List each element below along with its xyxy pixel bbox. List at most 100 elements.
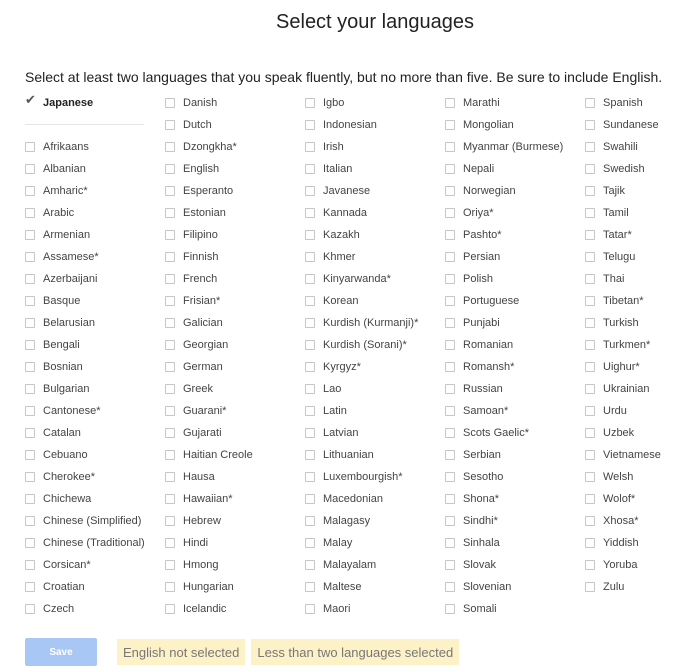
language-option-indonesian[interactable]: Indonesian bbox=[305, 114, 418, 136]
language-option-icelandic[interactable]: Icelandic bbox=[165, 598, 253, 620]
language-option-frisian[interactable]: Frisian* bbox=[165, 290, 253, 312]
language-option-azerbaijani[interactable]: Azerbaijani bbox=[25, 268, 145, 290]
checkbox[interactable] bbox=[25, 318, 35, 328]
checkbox[interactable] bbox=[445, 582, 455, 592]
checkbox[interactable] bbox=[305, 406, 315, 416]
checkbox[interactable] bbox=[165, 120, 175, 130]
checkbox[interactable] bbox=[445, 604, 455, 614]
language-option-marathi[interactable]: Marathi bbox=[445, 92, 563, 114]
language-option-hawaiian[interactable]: Hawaiian* bbox=[165, 488, 253, 510]
language-option-luxembourgish[interactable]: Luxembourgish* bbox=[305, 466, 418, 488]
checkbox[interactable] bbox=[165, 274, 175, 284]
checkbox[interactable] bbox=[305, 538, 315, 548]
checkbox[interactable] bbox=[25, 538, 35, 548]
language-option-kurdish-kurmanji[interactable]: Kurdish (Kurmanji)* bbox=[305, 312, 418, 334]
checkbox[interactable] bbox=[25, 186, 35, 196]
language-option-swahili[interactable]: Swahili bbox=[585, 136, 661, 158]
language-option-portuguese[interactable]: Portuguese bbox=[445, 290, 563, 312]
language-option-italian[interactable]: Italian bbox=[305, 158, 418, 180]
language-option-lithuanian[interactable]: Lithuanian bbox=[305, 444, 418, 466]
checkbox[interactable] bbox=[445, 98, 455, 108]
checkbox[interactable] bbox=[165, 318, 175, 328]
language-option-galician[interactable]: Galician bbox=[165, 312, 253, 334]
checkbox[interactable] bbox=[165, 208, 175, 218]
checkbox[interactable] bbox=[305, 318, 315, 328]
checkbox[interactable] bbox=[445, 186, 455, 196]
checkbox[interactable] bbox=[585, 538, 595, 548]
checkbox[interactable] bbox=[305, 472, 315, 482]
checkbox[interactable] bbox=[165, 340, 175, 350]
language-option-romanian[interactable]: Romanian bbox=[445, 334, 563, 356]
checkbox[interactable] bbox=[25, 296, 35, 306]
checkbox[interactable] bbox=[25, 450, 35, 460]
language-option-welsh[interactable]: Welsh bbox=[585, 466, 661, 488]
checkbox[interactable] bbox=[585, 164, 595, 174]
language-option-croatian[interactable]: Croatian bbox=[25, 576, 145, 598]
language-option-sesotho[interactable]: Sesotho bbox=[445, 466, 563, 488]
checkbox[interactable] bbox=[445, 362, 455, 372]
checkbox[interactable] bbox=[305, 604, 315, 614]
language-option-haitian-creole[interactable]: Haitian Creole bbox=[165, 444, 253, 466]
checkbox[interactable] bbox=[305, 274, 315, 284]
checkbox[interactable] bbox=[585, 274, 595, 284]
language-option-georgian[interactable]: Georgian bbox=[165, 334, 253, 356]
language-option-vietnamese[interactable]: Vietnamese bbox=[585, 444, 661, 466]
language-option-norwegian[interactable]: Norwegian bbox=[445, 180, 563, 202]
checkbox[interactable] bbox=[165, 428, 175, 438]
checkbox[interactable] bbox=[305, 428, 315, 438]
checkbox[interactable] bbox=[445, 428, 455, 438]
language-option-japanese[interactable]: ✔ Japanese bbox=[25, 92, 145, 114]
checkbox[interactable] bbox=[445, 274, 455, 284]
language-option-czech[interactable]: Czech bbox=[25, 598, 145, 620]
language-option-urdu[interactable]: Urdu bbox=[585, 400, 661, 422]
language-option-hindi[interactable]: Hindi bbox=[165, 532, 253, 554]
checkbox[interactable] bbox=[305, 164, 315, 174]
checkbox[interactable] bbox=[25, 560, 35, 570]
checkbox[interactable] bbox=[445, 494, 455, 504]
language-option-russian[interactable]: Russian bbox=[445, 378, 563, 400]
language-option-dzongkha[interactable]: Dzongkha* bbox=[165, 136, 253, 158]
checkbox[interactable] bbox=[305, 494, 315, 504]
checkbox[interactable] bbox=[445, 472, 455, 482]
checkbox[interactable] bbox=[165, 450, 175, 460]
checkbox[interactable] bbox=[585, 120, 595, 130]
language-option-pashto[interactable]: Pashto* bbox=[445, 224, 563, 246]
checkbox[interactable] bbox=[165, 252, 175, 262]
checkbox[interactable] bbox=[305, 582, 315, 592]
checkbox[interactable] bbox=[25, 384, 35, 394]
language-option-kazakh[interactable]: Kazakh bbox=[305, 224, 418, 246]
language-option-guarani[interactable]: Guarani* bbox=[165, 400, 253, 422]
language-option-gujarati[interactable]: Gujarati bbox=[165, 422, 253, 444]
checkbox[interactable] bbox=[585, 362, 595, 372]
checkbox[interactable] bbox=[585, 582, 595, 592]
language-option-tajik[interactable]: Tajik bbox=[585, 180, 661, 202]
save-button[interactable]: Save bbox=[25, 638, 97, 666]
checkbox[interactable] bbox=[585, 208, 595, 218]
language-option-somali[interactable]: Somali bbox=[445, 598, 563, 620]
language-option-turkmen[interactable]: Turkmen* bbox=[585, 334, 661, 356]
language-option-latvian[interactable]: Latvian bbox=[305, 422, 418, 444]
language-option-ukrainian[interactable]: Ukrainian bbox=[585, 378, 661, 400]
checkbox[interactable] bbox=[25, 164, 35, 174]
language-option-thai[interactable]: Thai bbox=[585, 268, 661, 290]
checkbox[interactable] bbox=[25, 472, 35, 482]
language-option-igbo[interactable]: Igbo bbox=[305, 92, 418, 114]
language-option-wolof[interactable]: Wolof* bbox=[585, 488, 661, 510]
checkbox[interactable] bbox=[445, 208, 455, 218]
checkbox[interactable] bbox=[165, 186, 175, 196]
language-option-uzbek[interactable]: Uzbek bbox=[585, 422, 661, 444]
language-option-catalan[interactable]: Catalan bbox=[25, 422, 145, 444]
language-option-bengali[interactable]: Bengali bbox=[25, 334, 145, 356]
checkbox[interactable] bbox=[25, 362, 35, 372]
language-option-lao[interactable]: Lao bbox=[305, 378, 418, 400]
language-option-malay[interactable]: Malay bbox=[305, 532, 418, 554]
language-option-albanian[interactable]: Albanian bbox=[25, 158, 145, 180]
checkbox[interactable] bbox=[445, 230, 455, 240]
language-option-arabic[interactable]: Arabic bbox=[25, 202, 145, 224]
checkbox[interactable] bbox=[165, 164, 175, 174]
language-option-slovak[interactable]: Slovak bbox=[445, 554, 563, 576]
checkbox[interactable] bbox=[25, 142, 35, 152]
checkbox[interactable] bbox=[585, 494, 595, 504]
checkbox[interactable] bbox=[585, 252, 595, 262]
checkbox[interactable] bbox=[445, 318, 455, 328]
